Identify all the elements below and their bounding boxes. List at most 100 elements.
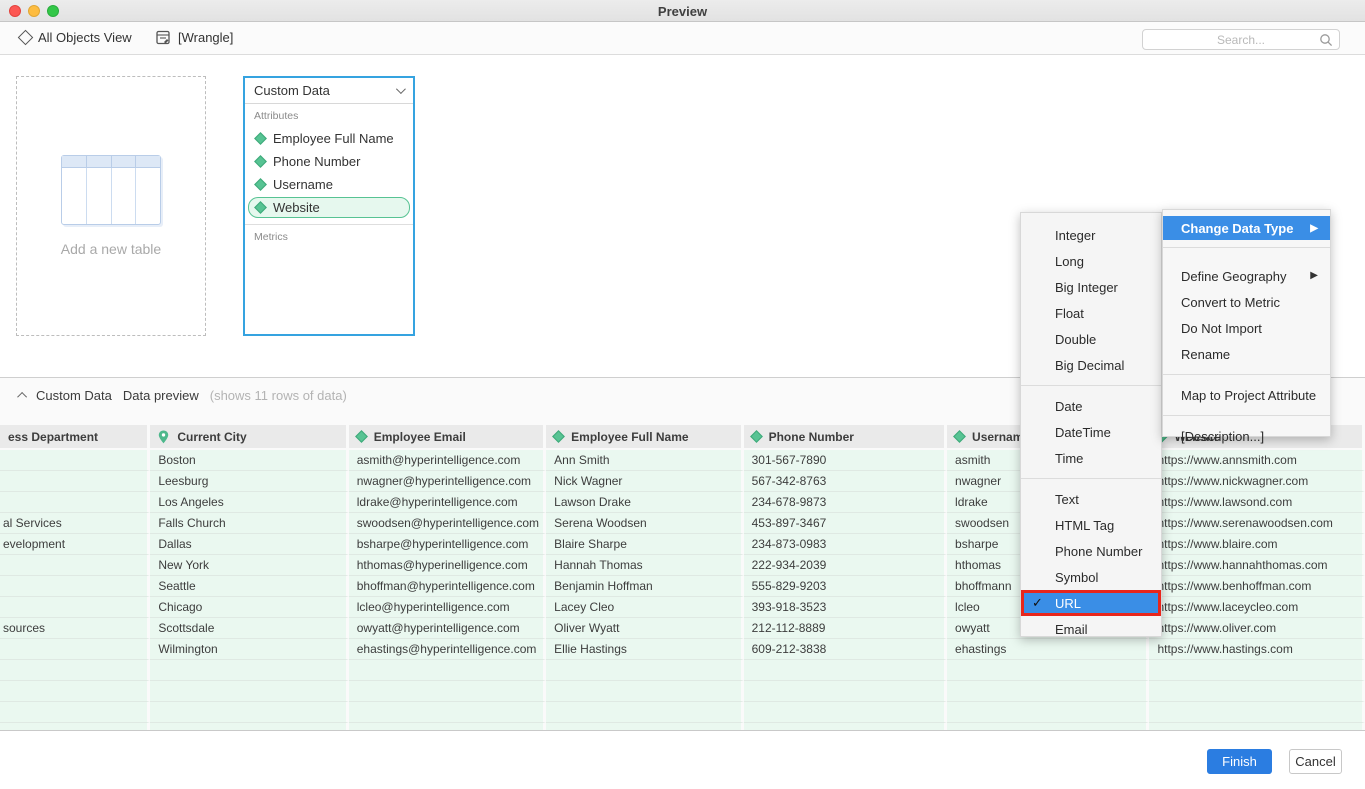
data-type-item-integer[interactable]: Integer xyxy=(1021,222,1161,248)
table-cell[interactable]: ehastings@hyperintelligence.com xyxy=(349,639,546,660)
table-cell[interactable]: 453-897-3467 xyxy=(744,513,947,534)
menu-item-rename[interactable]: Rename xyxy=(1163,341,1330,367)
table-cell[interactable]: https://www.lawsond.com xyxy=(1149,492,1365,513)
table-cell[interactable]: 212-112-8889 xyxy=(744,618,947,639)
table-cell[interactable]: swoodsen@hyperintelligence.com xyxy=(349,513,546,534)
finish-button[interactable]: Finish xyxy=(1207,749,1272,774)
attribute-item-employee-full-name[interactable]: Employee Full Name xyxy=(248,128,410,149)
table-cell[interactable]: Oliver Wyatt xyxy=(546,618,743,639)
table-cell[interactable]: Hannah Thomas xyxy=(546,555,743,576)
table-cell[interactable]: Lawson Drake xyxy=(546,492,743,513)
all-objects-view-button[interactable]: All Objects View xyxy=(20,30,132,45)
column-header-employee-full-name[interactable]: Employee Full Name xyxy=(546,425,743,450)
attribute-item-website[interactable]: Website xyxy=(248,197,410,218)
table-cell[interactable]: 222-934-2039 xyxy=(744,555,947,576)
table-cell[interactable] xyxy=(0,639,150,660)
table-cell[interactable]: lcleo@hyperintelligence.com xyxy=(349,597,546,618)
table-cell[interactable]: https://www.hannahthomas.com xyxy=(1149,555,1365,576)
data-type-item-url[interactable]: ✓URL xyxy=(1021,590,1161,616)
table-cell[interactable]: Lacey Cleo xyxy=(546,597,743,618)
data-type-item-text[interactable]: Text xyxy=(1021,486,1161,512)
menu-item-define-geography[interactable]: Define Geography ▶ xyxy=(1163,263,1330,289)
wrangle-button[interactable]: [Wrangle] xyxy=(156,30,233,45)
search-input[interactable] xyxy=(1143,30,1339,49)
table-cell[interactable]: https://www.nickwagner.com xyxy=(1149,471,1365,492)
attribute-item-phone-number[interactable]: Phone Number xyxy=(248,151,410,172)
table-cell[interactable]: Ann Smith xyxy=(546,450,743,471)
table-cell[interactable]: Falls Church xyxy=(150,513,348,534)
table-cell[interactable]: nwagner@hyperintelligence.com xyxy=(349,471,546,492)
table-cell[interactable]: sources xyxy=(0,618,150,639)
column-header-ess-department[interactable]: ess Department xyxy=(0,425,150,450)
table-cell[interactable]: ldrake@hyperintelligence.com xyxy=(349,492,546,513)
table-cell[interactable]: https://www.annsmith.com xyxy=(1149,450,1365,471)
table-cell[interactable]: Nick Wagner xyxy=(546,471,743,492)
table-cell[interactable]: ehastings xyxy=(947,639,1149,660)
data-type-item-double[interactable]: Double xyxy=(1021,326,1161,352)
menu-item-map-to-project-attribute[interactable]: Map to Project Attribute xyxy=(1163,382,1330,408)
table-cell[interactable]: Benjamin Hoffman xyxy=(546,576,743,597)
table-cell[interactable]: Ellie Hastings xyxy=(546,639,743,660)
table-cell[interactable]: https://www.laceycleo.com xyxy=(1149,597,1365,618)
data-type-item-long[interactable]: Long xyxy=(1021,248,1161,274)
table-cell[interactable]: 393-918-3523 xyxy=(744,597,947,618)
column-header-phone-number[interactable]: Phone Number xyxy=(744,425,947,450)
table-cell[interactable] xyxy=(0,597,150,618)
dataset-panel-header[interactable]: Custom Data xyxy=(245,78,413,104)
menu-item-convert-to-metric[interactable]: Convert to Metric xyxy=(1163,289,1330,315)
table-cell[interactable]: 234-873-0983 xyxy=(744,534,947,555)
data-type-item-big-decimal[interactable]: Big Decimal xyxy=(1021,352,1161,378)
data-type-item-phone-number[interactable]: Phone Number xyxy=(1021,538,1161,564)
table-cell[interactable]: 301-567-7890 xyxy=(744,450,947,471)
add-new-table-dropzone[interactable]: Add a new table xyxy=(16,76,206,336)
data-type-item-datetime[interactable]: DateTime xyxy=(1021,419,1161,445)
data-type-item-time[interactable]: Time xyxy=(1021,445,1161,471)
data-type-item-html-tag[interactable]: HTML Tag xyxy=(1021,512,1161,538)
table-cell[interactable]: Dallas xyxy=(150,534,348,555)
data-type-item-date[interactable]: Date xyxy=(1021,393,1161,419)
data-type-item-email[interactable]: Email xyxy=(1021,616,1161,642)
table-cell[interactable]: hthomas@hyperinelligence.com xyxy=(349,555,546,576)
data-type-item-big-integer[interactable]: Big Integer xyxy=(1021,274,1161,300)
table-cell[interactable]: evelopment xyxy=(0,534,150,555)
table-cell[interactable]: 555-829-9203 xyxy=(744,576,947,597)
table-cell[interactable]: Seattle xyxy=(150,576,348,597)
table-cell[interactable]: Chicago xyxy=(150,597,348,618)
table-cell[interactable]: https://www.hastings.com xyxy=(1149,639,1365,660)
table-cell[interactable]: bhoffman@hyperintelligence.com xyxy=(349,576,546,597)
table-cell[interactable] xyxy=(0,555,150,576)
table-cell[interactable] xyxy=(0,450,150,471)
menu-item-description[interactable]: [Description...] xyxy=(1163,423,1330,449)
table-cell[interactable]: https://www.oliver.com xyxy=(1149,618,1365,639)
column-header-employee-email[interactable]: Employee Email xyxy=(349,425,546,450)
table-cell[interactable]: Los Angeles xyxy=(150,492,348,513)
table-cell[interactable]: https://www.benhoffman.com xyxy=(1149,576,1365,597)
data-type-item-float[interactable]: Float xyxy=(1021,300,1161,326)
table-cell[interactable]: Boston xyxy=(150,450,348,471)
table-cell[interactable]: al Services xyxy=(0,513,150,534)
menu-item-do-not-import[interactable]: Do Not Import xyxy=(1163,315,1330,341)
table-cell[interactable]: Serena Woodsen xyxy=(546,513,743,534)
table-cell[interactable]: owyatt@hyperintelligence.com xyxy=(349,618,546,639)
table-cell[interactable]: https://www.serenawoodsen.com xyxy=(1149,513,1365,534)
table-cell[interactable]: bsharpe@hyperintelligence.com xyxy=(349,534,546,555)
collapse-preview-icon[interactable] xyxy=(17,392,27,402)
table-cell[interactable]: 234-678-9873 xyxy=(744,492,947,513)
cancel-button[interactable]: Cancel xyxy=(1289,749,1342,774)
table-cell[interactable]: Leesburg xyxy=(150,471,348,492)
table-cell[interactable]: 609-212-3838 xyxy=(744,639,947,660)
table-cell[interactable]: Wilmington xyxy=(150,639,348,660)
table-cell[interactable] xyxy=(0,471,150,492)
table-cell[interactable]: https://www.blaire.com xyxy=(1149,534,1365,555)
table-cell[interactable]: asmith@hyperintelligence.com xyxy=(349,450,546,471)
table-cell[interactable]: New York xyxy=(150,555,348,576)
table-cell[interactable]: Blaire Sharpe xyxy=(546,534,743,555)
attribute-item-username[interactable]: Username xyxy=(248,174,410,195)
data-type-item-symbol[interactable]: Symbol xyxy=(1021,564,1161,590)
table-cell[interactable] xyxy=(0,492,150,513)
column-header-current-city[interactable]: Current City xyxy=(150,425,348,450)
table-cell[interactable]: Scottsdale xyxy=(150,618,348,639)
table-cell[interactable]: 567-342-8763 xyxy=(744,471,947,492)
menu-item-change-data-type[interactable]: Change Data Type ▶ xyxy=(1163,216,1330,240)
table-cell[interactable] xyxy=(0,576,150,597)
